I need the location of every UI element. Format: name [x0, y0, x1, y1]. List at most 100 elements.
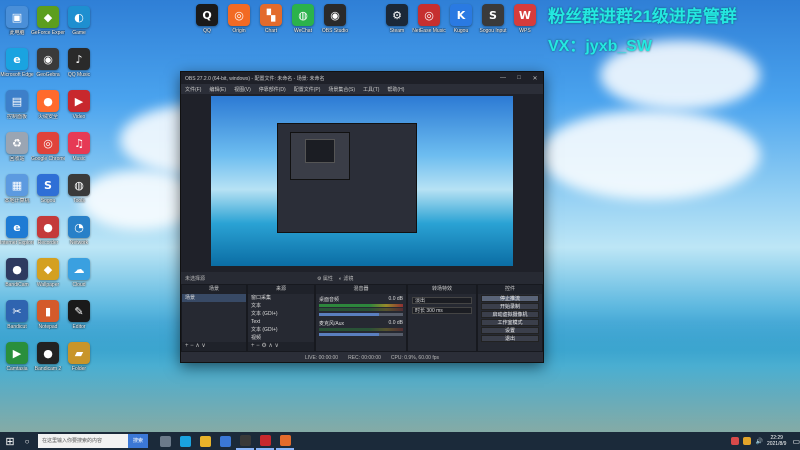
- desktop-shortcut[interactable]: W WPS: [508, 4, 542, 34]
- settings-button[interactable]: 设置: [481, 327, 539, 334]
- desktop-shortcut[interactable]: ✂ Bandicut: [0, 300, 34, 330]
- desktop-shortcut-label: 此电脑: [9, 30, 25, 36]
- desktop-shortcut[interactable]: ◎ Google Chrome: [31, 132, 65, 162]
- mixer-dock-title: 混音器: [316, 285, 406, 294]
- desktop-shortcut[interactable]: ♪ QQ Music: [62, 48, 96, 78]
- desktop-shortcut[interactable]: ♫ Music: [62, 132, 96, 162]
- scene-item[interactable]: 场景: [182, 294, 246, 302]
- scenes-dock-footer[interactable]: + − ∧ ∨: [182, 342, 246, 351]
- cortana-icon[interactable]: ○: [20, 437, 34, 446]
- taskbar-search-button[interactable]: 搜索: [128, 434, 148, 448]
- taskbar: ⊞ ○ 在这里输入你要搜索的内容 搜索 🔊 22:29 2021/8/9 ▭: [0, 432, 800, 450]
- exit-button[interactable]: 退出: [481, 335, 539, 342]
- taskbar-search-input[interactable]: 在这里输入你要搜索的内容: [38, 434, 128, 448]
- close-icon[interactable]: ✕: [527, 75, 543, 82]
- tray-app-icon[interactable]: [743, 437, 752, 445]
- source-item[interactable]: 视频: [248, 334, 314, 342]
- store-taskbar-icon[interactable]: [216, 432, 234, 450]
- menu-profile[interactable]: 配置文件(P): [294, 86, 321, 93]
- desktop-shortcut[interactable]: ▚ Chart: [254, 4, 288, 34]
- volume-icon[interactable]: 🔊: [755, 438, 762, 445]
- menu-scene-collection[interactable]: 场景集合(S): [328, 86, 355, 93]
- desktop-shortcut[interactable]: ▰ Folder: [62, 342, 96, 372]
- menu-docks[interactable]: 停靠部件(D): [259, 86, 286, 93]
- desktop-shortcut[interactable]: ▦ 本地计算机: [0, 174, 34, 204]
- volume-slider[interactable]: [319, 333, 403, 336]
- windows-start-icon[interactable]: ⊞: [0, 435, 20, 448]
- chart-taskbar-icon[interactable]: [276, 432, 294, 450]
- desktop-shortcut[interactable]: ▮ Notepad: [31, 300, 65, 330]
- desktop-shortcut[interactable]: ◐ Game: [62, 6, 96, 36]
- sources-dock-footer[interactable]: + − ⚙ ∧ ∨: [248, 342, 314, 351]
- desktop-shortcut[interactable]: ● 火绒安全: [31, 90, 65, 120]
- obs-icon: ◉: [324, 4, 346, 26]
- desktop-shortcut[interactable]: ▶ Camtasia: [0, 342, 34, 372]
- stop-streaming-button[interactable]: 停止推流: [481, 295, 539, 302]
- source-item[interactable]: 文本 (GDI+): [248, 310, 314, 318]
- desktop-shortcut[interactable]: ● BandiCam: [0, 258, 34, 288]
- chart-app-icon: ▚: [260, 4, 282, 26]
- desktop-shortcut[interactable]: ☁ Cloud: [62, 258, 96, 288]
- preview-canvas[interactable]: [211, 96, 513, 266]
- desktop-shortcut[interactable]: ◎ Origin: [222, 4, 256, 34]
- audio-meter: [319, 308, 403, 311]
- desktop-shortcut-label: Video: [72, 114, 86, 120]
- start-recording-button[interactable]: 开始录制: [481, 303, 539, 310]
- menu-view[interactable]: 视图(V): [234, 86, 251, 93]
- studio-mode-button[interactable]: 工作室模式: [481, 319, 539, 326]
- desktop-shortcut[interactable]: ⚙ Steam: [380, 4, 414, 34]
- desktop-shortcut[interactable]: ▣ 此电脑: [0, 6, 34, 36]
- tray-app-icon[interactable]: [731, 437, 740, 445]
- edge-taskbar-icon[interactable]: [176, 432, 194, 450]
- desktop-shortcut-label: Chart: [264, 28, 278, 34]
- desktop-shortcut[interactable]: S Sogou: [31, 174, 65, 204]
- virtual-camera-button[interactable]: 启动虚拟摄像机: [481, 311, 539, 318]
- filters-button[interactable]: ◐ 滤镜: [339, 275, 353, 282]
- video-taskbar-icon[interactable]: [256, 432, 274, 450]
- wechat-icon: ◍: [292, 4, 314, 26]
- source-item[interactable]: 文本: [248, 302, 314, 310]
- desktop-shortcut[interactable]: K Kugou: [444, 4, 478, 34]
- transition-select[interactable]: 淡出: [412, 297, 472, 304]
- desktop-shortcut[interactable]: ♻ 回收站: [0, 132, 34, 162]
- duration-field[interactable]: 时长 300 ms: [412, 307, 472, 314]
- desktop-shortcut[interactable]: ◆ GeForce Experience: [31, 6, 65, 36]
- desktop-shortcut[interactable]: ◉ GeoGebra: [31, 48, 65, 78]
- desktop-shortcut[interactable]: e Internet Explorer: [0, 216, 34, 246]
- desktop-shortcut[interactable]: ◔ Network: [62, 216, 96, 246]
- network-icon: ◔: [68, 216, 90, 238]
- properties-button[interactable]: ⚙ 属性: [317, 275, 333, 282]
- desktop-shortcut[interactable]: ▶ Video: [62, 90, 96, 120]
- menu-edit[interactable]: 编辑(E): [209, 86, 226, 93]
- desktop-shortcut[interactable]: e Microsoft Edge: [0, 48, 34, 78]
- desktop-shortcut[interactable]: ◉ OBS Studio: [318, 4, 352, 34]
- desktop-shortcut[interactable]: ◍ Tools: [62, 174, 96, 204]
- source-item[interactable]: 文本 (GDI+): [248, 326, 314, 334]
- source-item[interactable]: Text: [248, 318, 314, 326]
- minimize-icon[interactable]: —: [495, 75, 511, 82]
- taskbar-clock[interactable]: 22:29 2021/8/9: [767, 435, 786, 447]
- menu-help[interactable]: 帮助(H): [387, 86, 404, 93]
- desktop-shortcut[interactable]: ✎ Editor: [62, 300, 96, 330]
- bandicut-icon: ✂: [6, 300, 28, 322]
- menu-file[interactable]: 文件(F): [185, 86, 201, 93]
- desktop-shortcut[interactable]: ◍ WeChat: [286, 4, 320, 34]
- volume-slider[interactable]: [319, 313, 403, 316]
- obs-taskbar-icon[interactable]: [236, 432, 254, 450]
- notification-icon[interactable]: ▭: [792, 437, 800, 446]
- kugou-icon: K: [450, 4, 472, 26]
- desktop-shortcut[interactable]: ◎ NetEase Music: [412, 4, 446, 34]
- desktop-shortcut[interactable]: S Sogou Input: [476, 4, 510, 34]
- maximize-icon[interactable]: □: [511, 75, 527, 82]
- task-view-icon[interactable]: [156, 432, 174, 450]
- desktop-shortcut[interactable]: Q QQ: [190, 4, 224, 34]
- desktop-shortcut[interactable]: ▤ 控制面板: [0, 90, 34, 120]
- obs-window[interactable]: OBS 27.2.0 (64-bit, windows) - 配置文件: 未命名…: [180, 71, 544, 363]
- desktop-shortcut[interactable]: ● Bandicam 2: [31, 342, 65, 372]
- desktop-shortcut[interactable]: ● Recorder: [31, 216, 65, 246]
- explorer-taskbar-icon[interactable]: [196, 432, 214, 450]
- obs-titlebar[interactable]: OBS 27.2.0 (64-bit, windows) - 配置文件: 未命名…: [181, 72, 543, 84]
- menu-tools[interactable]: 工具(T): [363, 86, 379, 93]
- desktop-shortcut[interactable]: ◆ Wallpaper: [31, 258, 65, 288]
- source-item[interactable]: 窗口采集: [248, 294, 314, 302]
